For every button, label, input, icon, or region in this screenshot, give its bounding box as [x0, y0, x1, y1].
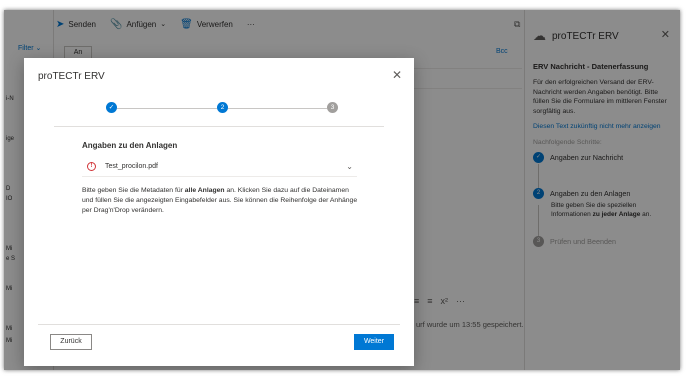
erv-dialog: proTECTr ERV ✕ ✓ 2 3 Angaben zu den Anla… — [24, 58, 414, 366]
step-2-dot: 2 — [217, 102, 228, 113]
stepper-line — [228, 107, 327, 109]
next-button[interactable]: Weiter — [354, 334, 394, 350]
close-icon[interactable]: ✕ — [392, 68, 402, 82]
stepper-line — [117, 107, 217, 109]
help-text-bold: alle Anlagen — [184, 187, 225, 194]
help-text: Bitte geben Sie die Metadaten für alle A… — [82, 186, 362, 216]
warning-icon: ! — [87, 161, 96, 171]
divider — [54, 126, 384, 127]
back-button[interactable]: Zurück — [50, 334, 92, 350]
chevron-down-icon[interactable]: ⌄ — [346, 162, 353, 171]
step-3-dot: 3 — [327, 102, 338, 113]
attachment-row[interactable]: ! Test_procilon.pdf ⌄ — [82, 156, 357, 177]
screenshot-frame: ➤ Senden 📎 Anfügen ⌄ 🗑 Verwerfen ··· i-N… — [4, 10, 680, 370]
dialog-title: proTECTr ERV — [38, 71, 105, 82]
progress-stepper: ✓ 2 3 — [106, 102, 338, 114]
help-text-part: Bitte geben Sie die Metadaten für — [82, 187, 185, 194]
attachment-name: Test_procilon.pdf — [105, 162, 158, 170]
divider — [38, 324, 400, 325]
section-title: Angaben zu den Anlagen — [82, 141, 178, 150]
checkmark-icon: ✓ — [106, 102, 117, 113]
